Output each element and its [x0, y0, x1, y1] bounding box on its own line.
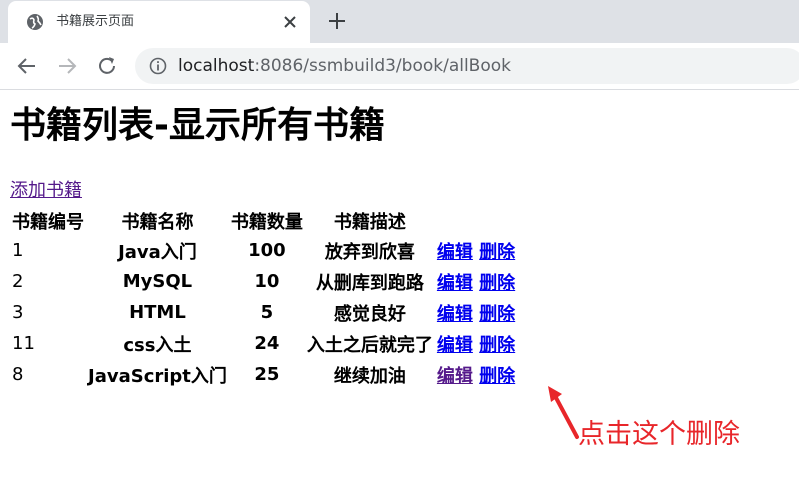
book-count: 10 — [254, 271, 280, 292]
url-path: :8086/ssmbuild3/book/allBook — [254, 56, 511, 76]
table-row: 2 MySQL 10 从删库到跑路 编辑 删除 — [10, 266, 517, 297]
edit-link[interactable]: 编辑 — [437, 304, 473, 325]
book-id: 8 — [12, 364, 24, 385]
annotation-text: 点击这个删除 — [578, 419, 740, 450]
url-host: localhost — [178, 56, 255, 76]
edit-link[interactable]: 编辑 — [437, 242, 473, 263]
book-count: 5 — [260, 302, 274, 323]
table-row: 1 Java入门 100 放弃到欣喜 编辑 删除 — [10, 235, 517, 266]
table-header-row: 书籍编号 书籍名称 书籍数量 书籍描述 — [10, 206, 517, 235]
book-name: css入土 — [123, 334, 192, 356]
column-header-count: 书籍数量 — [230, 211, 303, 233]
book-id: 3 — [12, 302, 24, 323]
book-name: Java入门 — [118, 241, 197, 263]
close-icon[interactable] — [281, 13, 299, 31]
edit-link[interactable]: 编辑 — [437, 366, 473, 387]
book-id: 2 — [12, 271, 24, 292]
page-title: 书籍列表-显示所有书籍 — [10, 105, 385, 146]
table-row: 11 css入土 24 入土之后就完了 编辑 删除 — [10, 328, 517, 359]
row-actions: 编辑 删除 — [435, 359, 517, 390]
table-row: 8 JavaScript入门 25 继续加油 编辑 删除 — [10, 359, 517, 390]
delete-link[interactable]: 删除 — [479, 242, 515, 263]
delete-link[interactable]: 删除 — [479, 273, 515, 294]
column-header-name: 书籍名称 — [121, 211, 194, 233]
book-count: 100 — [248, 240, 286, 261]
row-actions: 编辑 删除 — [435, 235, 517, 266]
globe-icon — [27, 14, 43, 30]
address-bar[interactable]: localhost:8086/ssmbuild3/book/allBook — [135, 48, 799, 84]
active-tab[interactable]: 书籍展示页面 — [8, 1, 310, 43]
book-desc: 放弃到欣喜 — [324, 241, 415, 263]
back-icon[interactable] — [16, 55, 38, 77]
delete-link[interactable]: 删除 — [479, 304, 515, 325]
browser-toolbar: localhost:8086/ssmbuild3/book/allBook — [0, 43, 799, 90]
book-name: JavaScript入门 — [88, 365, 227, 387]
delete-link[interactable]: 删除 — [479, 366, 515, 387]
row-actions: 编辑 删除 — [435, 297, 517, 328]
column-header-actions — [435, 206, 517, 235]
add-book-link[interactable]: 添加书籍 — [10, 180, 82, 202]
url-text[interactable]: localhost:8086/ssmbuild3/book/allBook — [178, 56, 511, 76]
column-header-desc: 书籍描述 — [333, 211, 406, 233]
info-icon[interactable] — [149, 57, 167, 75]
book-name: HTML — [129, 302, 186, 323]
column-header-id: 书籍编号 — [12, 211, 84, 233]
delete-link[interactable]: 删除 — [479, 335, 515, 356]
edit-link[interactable]: 编辑 — [437, 335, 473, 356]
edit-link[interactable]: 编辑 — [437, 273, 473, 294]
book-desc: 入土之后就完了 — [306, 334, 433, 356]
book-desc: 继续加油 — [333, 365, 406, 387]
tab-title: 书籍展示页面 — [56, 14, 135, 29]
reload-icon[interactable] — [96, 55, 118, 77]
book-desc: 感觉良好 — [333, 303, 406, 325]
tab-strip: 书籍展示页面 — [0, 0, 799, 43]
book-name: MySQL — [122, 271, 193, 292]
book-table: 书籍编号 书籍名称 书籍数量 书籍描述 1 Java入门 100 放弃到欣喜 编… — [10, 206, 517, 390]
book-id: 1 — [12, 240, 24, 261]
row-actions: 编辑 删除 — [435, 266, 517, 297]
book-id: 11 — [12, 333, 35, 354]
plus-icon[interactable] — [327, 11, 347, 31]
book-count: 25 — [254, 364, 280, 385]
book-count: 24 — [254, 333, 280, 354]
table-row: 3 HTML 5 感觉良好 编辑 删除 — [10, 297, 517, 328]
row-actions: 编辑 删除 — [435, 328, 517, 359]
book-desc: 从删库到跑路 — [315, 272, 424, 294]
forward-icon[interactable] — [56, 55, 78, 77]
